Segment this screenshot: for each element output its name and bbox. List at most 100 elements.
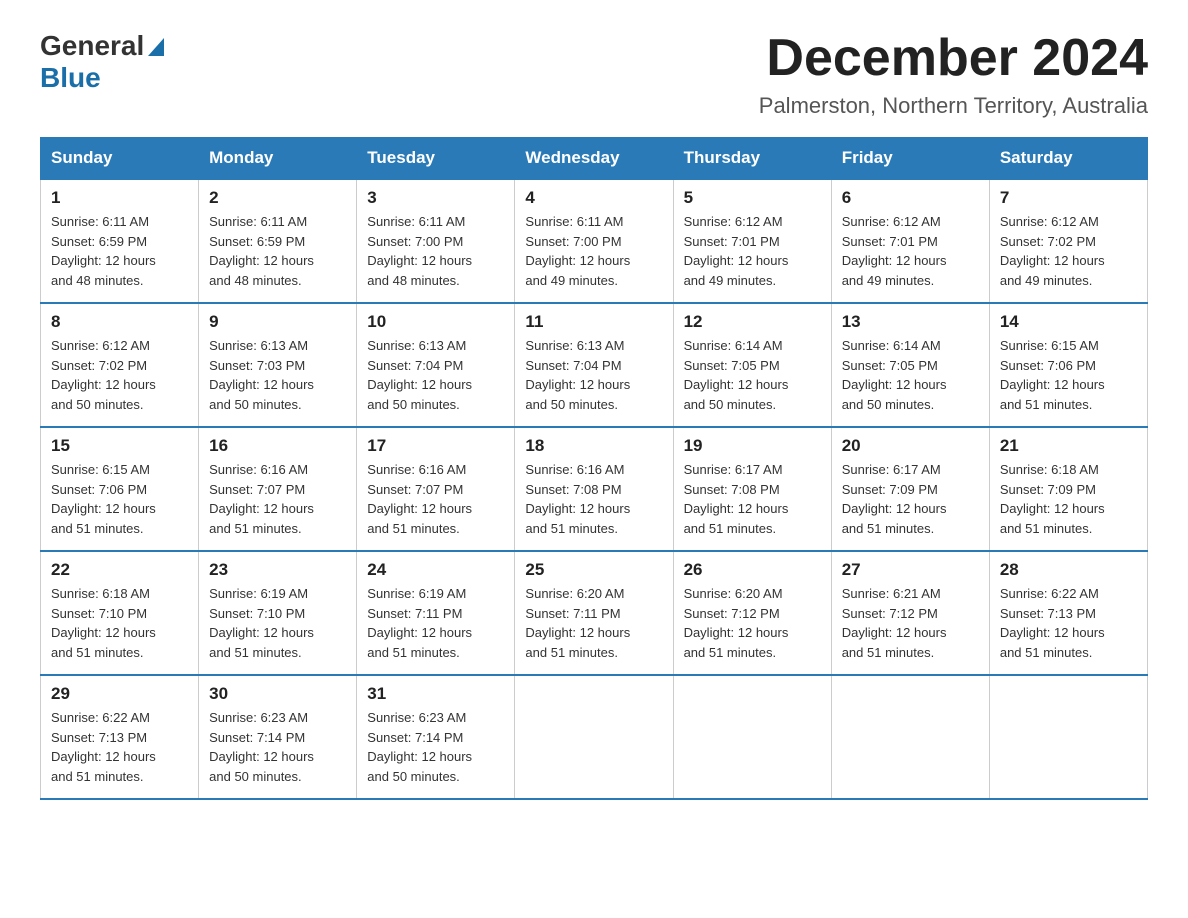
day-info-line: Sunrise: 6:12 AM [51,338,150,353]
calendar-day-cell: 21 Sunrise: 6:18 AMSunset: 7:09 PMDaylig… [989,427,1147,551]
day-number: 22 [51,560,188,580]
calendar-week-row: 1 Sunrise: 6:11 AM Sunset: 6:59 PM Dayligh… [41,179,1148,303]
day-info-line: and 50 minutes. [209,769,302,784]
day-info-line: Sunset: 7:01 PM [684,234,780,249]
calendar-day-cell: 31 Sunrise: 6:23 AMSunset: 7:14 PMDaylig… [357,675,515,799]
day-info-line: and 49 minutes. [1000,273,1093,288]
calendar-week-row: 22 Sunrise: 6:18 AMSunset: 7:10 PMDaylig… [41,551,1148,675]
day-info-line: Sunrise: 6:11 AM [209,214,307,229]
day-info: Sunrise: 6:13 AMSunset: 7:03 PMDaylight:… [209,336,346,414]
day-info-line: Daylight: 12 hours [684,501,789,516]
day-number: 4 [525,188,662,208]
day-number: 10 [367,312,504,332]
day-info-line: Sunrise: 6:11 AM [525,214,623,229]
day-number: 17 [367,436,504,456]
day-info-line: Sunrise: 6:17 AM [684,462,783,477]
day-info-line: Sunset: 7:09 PM [1000,482,1096,497]
day-info-line: Sunset: 7:07 PM [367,482,463,497]
day-info-line: Sunrise: 6:19 AM [367,586,466,601]
day-info-line: Sunrise: 6:12 AM [684,214,783,229]
day-info-line: Daylight: 12 hours [51,253,156,268]
calendar-day-cell: 25 Sunrise: 6:20 AMSunset: 7:11 PMDaylig… [515,551,673,675]
calendar-day-cell: 23 Sunrise: 6:19 AMSunset: 7:10 PMDaylig… [199,551,357,675]
day-info: Sunrise: 6:13 AMSunset: 7:04 PMDaylight:… [367,336,504,414]
day-number: 8 [51,312,188,332]
day-info-line: Sunset: 7:02 PM [51,358,147,373]
day-info-line: and 50 minutes. [209,397,302,412]
day-info-line: Sunset: 7:03 PM [209,358,305,373]
day-info-line: Sunset: 7:13 PM [51,730,147,745]
day-number: 1 [51,188,188,208]
day-info-line: and 50 minutes. [51,397,144,412]
calendar-day-cell: 24 Sunrise: 6:19 AMSunset: 7:11 PMDaylig… [357,551,515,675]
day-info-line: Sunrise: 6:22 AM [51,710,150,725]
day-info-line: Sunrise: 6:16 AM [367,462,466,477]
day-info-line: Sunrise: 6:21 AM [842,586,941,601]
day-number: 2 [209,188,346,208]
day-info-line: Sunset: 7:14 PM [367,730,463,745]
day-number: 12 [684,312,821,332]
day-info-line: Daylight: 12 hours [367,749,472,764]
day-info: Sunrise: 6:17 AM Sunset: 7:08 PM Daylight:… [684,460,821,538]
day-info-line: and 51 minutes. [842,645,935,660]
day-info-line: and 51 minutes. [684,521,777,536]
day-info-line: Sunset: 7:04 PM [367,358,463,373]
day-number: 20 [842,436,979,456]
calendar-day-cell: 6 Sunrise: 6:12 AMSunset: 7:01 PMDayligh… [831,179,989,303]
month-title: December 2024 [759,30,1148,87]
day-info-line: Sunrise: 6:20 AM [525,586,624,601]
header-cell-sunday: Sunday [41,138,199,180]
day-info-line: and 50 minutes. [842,397,935,412]
day-info-line: Sunset: 7:08 PM [525,482,621,497]
day-info-line: Sunset: 7:11 PM [367,606,462,621]
page-header: General Blue December 2024 Palmerston, N… [40,30,1148,119]
day-info-line: Sunset: 7:08 PM [684,482,780,497]
day-info: Sunrise: 6:11 AMSunset: 7:00 PMDaylight:… [525,212,662,290]
calendar-day-cell [831,675,989,799]
day-info-line: Sunset: 7:01 PM [842,234,938,249]
day-info-line: Sunrise: 6:20 AM [684,586,783,601]
calendar-week-row: 29 Sunrise: 6:22 AM Sunset: 7:13 PM Daylig… [41,675,1148,799]
day-info: Sunrise: 6:23 AM Sunset: 7:14 PM Daylight:… [367,708,504,786]
day-info-line: Sunrise: 6:23 AM [367,710,466,725]
day-number: 29 [51,684,188,704]
day-info: Sunrise: 6:22 AMSunset: 7:13 PMDaylight:… [51,708,188,786]
day-info-line: Daylight: 12 hours [51,625,156,640]
calendar-day-cell: 20 Sunrise: 6:17 AMSunset: 7:09 PMDaylig… [831,427,989,551]
day-number: 13 [842,312,979,332]
day-info-line: Daylight: 12 hours [525,625,630,640]
day-info-line: and 50 minutes. [684,397,777,412]
day-number: 26 [684,560,821,580]
day-info-line: and 51 minutes. [842,521,935,536]
day-info-line: Sunset: 7:02 PM [1000,234,1096,249]
calendar-day-cell: 8 Sunrise: 6:12 AMSunset: 7:02 PMDayligh… [41,303,199,427]
day-info-line: Sunrise: 6:13 AM [209,338,308,353]
day-info: Sunrise: 6:16 AMSunset: 7:07 PMDaylight:… [367,460,504,538]
day-info: Sunrise: 6:12 AMSunset: 7:01 PMDaylight:… [842,212,979,290]
calendar-day-cell: 2 Sunrise: 6:11 AMSunset: 6:59 PMDayligh… [199,179,357,303]
day-number: 28 [1000,560,1137,580]
day-info-line: Daylight: 12 hours [684,253,789,268]
day-number: 7 [1000,188,1137,208]
day-info-line: Daylight: 12 hours [367,253,472,268]
day-info-line: and 51 minutes. [51,645,144,660]
day-info-line: Sunset: 7:05 PM [842,358,938,373]
day-number: 3 [367,188,504,208]
day-info-line: and 51 minutes. [525,521,618,536]
day-info: Sunrise: 6:16 AMSunset: 7:08 PMDaylight:… [525,460,662,538]
day-info-line: Sunset: 7:05 PM [684,358,780,373]
day-info-line: Sunrise: 6:13 AM [367,338,466,353]
day-info: Sunrise: 6:11 AMSunset: 7:00 PMDaylight:… [367,212,504,290]
day-info-line: Sunset: 7:14 PM [209,730,305,745]
day-info-line: and 51 minutes. [51,769,144,784]
day-number: 27 [842,560,979,580]
calendar-day-cell: 29 Sunrise: 6:22 AMSunset: 7:13 PMDaylig… [41,675,199,799]
day-info-line: Daylight: 12 hours [842,625,947,640]
day-info: Sunrise: 6:15 AMSunset: 7:06 PMDaylight:… [51,460,188,538]
day-info-line: Sunset: 6:59 PM [209,234,305,249]
day-info-line: Sunset: 7:06 PM [51,482,147,497]
calendar-day-cell [515,675,673,799]
day-info-line: Sunset: 7:00 PM [525,234,621,249]
day-info-line: and 51 minutes. [367,521,460,536]
calendar-day-cell: 14 Sunrise: 6:15 AMSunset: 7:06 PMDaylig… [989,303,1147,427]
